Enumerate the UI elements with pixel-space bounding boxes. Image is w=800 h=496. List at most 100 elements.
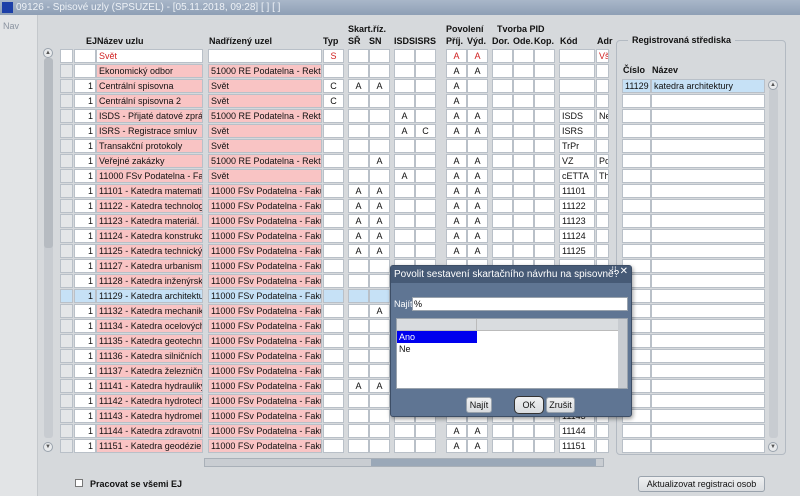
cell-sr[interactable]: [348, 394, 369, 408]
cell-sn[interactable]: A: [369, 304, 390, 318]
cell-sr[interactable]: [348, 319, 369, 333]
row-selector[interactable]: [60, 169, 73, 183]
cell-kop[interactable]: [534, 169, 555, 183]
cell-isds[interactable]: [394, 49, 415, 63]
cell-dor[interactable]: [492, 94, 513, 108]
registered-cislo[interactable]: [622, 214, 651, 228]
cell-vyd[interactable]: A: [467, 49, 488, 63]
registered-cislo[interactable]: [622, 439, 651, 453]
registered-nazev[interactable]: [651, 439, 765, 453]
cell-sn[interactable]: A: [369, 79, 390, 93]
cell-kod[interactable]: VZ: [559, 154, 595, 168]
close-icon[interactable]: ⁞⁞ ✕: [611, 266, 628, 277]
row-selector[interactable]: [60, 349, 73, 363]
cell-sn[interactable]: [369, 274, 390, 288]
registered-nazev[interactable]: [651, 139, 765, 153]
cell-kop[interactable]: [534, 49, 555, 63]
cell-prij[interactable]: A: [446, 214, 467, 228]
cell-name[interactable]: 11135 - Katedra geotechniky: [96, 334, 203, 348]
cell-typ[interactable]: [323, 214, 344, 228]
cell-parent[interactable]: 11000 FSv Podatelna - Fakulta: [208, 379, 322, 393]
cell-vyd[interactable]: [467, 139, 488, 153]
cell-adr[interactable]: [596, 439, 609, 453]
registered-cislo[interactable]: [622, 424, 651, 438]
cell-name[interactable]: 11122 - Katedra technologie: [96, 199, 203, 213]
cell-ej[interactable]: 1: [74, 259, 96, 273]
cell-kop[interactable]: [534, 214, 555, 228]
cell-vyd[interactable]: A: [467, 184, 488, 198]
cell-name[interactable]: 11134 - Katedra ocelových: [96, 319, 203, 333]
cell-sr[interactable]: [348, 409, 369, 423]
cell-isds[interactable]: [394, 154, 415, 168]
cell-adr[interactable]: [596, 199, 609, 213]
cell-typ[interactable]: [323, 439, 344, 453]
cell-vyd[interactable]: A: [467, 154, 488, 168]
cell-sn[interactable]: [369, 349, 390, 363]
row-selector[interactable]: [60, 409, 73, 423]
cell-isds[interactable]: A: [394, 109, 415, 123]
cell-parent[interactable]: 51000 RE Podatelna - Rektorát: [208, 109, 322, 123]
cell-isrs[interactable]: [415, 424, 436, 438]
row-selector[interactable]: [60, 259, 73, 273]
cell-typ[interactable]: [323, 349, 344, 363]
cell-ode[interactable]: [513, 184, 534, 198]
cell-sr[interactable]: A: [348, 79, 369, 93]
cell-ej[interactable]: 1: [74, 409, 96, 423]
cell-name[interactable]: ISRS - Registrace smluv: [96, 124, 203, 138]
cell-name[interactable]: 11141 - Katedra hydrauliky: [96, 379, 203, 393]
cell-isrs[interactable]: [415, 229, 436, 243]
cell-parent[interactable]: [208, 49, 322, 63]
registered-nazev[interactable]: [651, 379, 765, 393]
cell-vyd[interactable]: A: [467, 424, 488, 438]
registered-nazev[interactable]: [651, 109, 765, 123]
cell-vyd[interactable]: A: [467, 109, 488, 123]
cell-adr[interactable]: Th: [596, 169, 609, 183]
cell-isrs[interactable]: [415, 154, 436, 168]
cell-parent[interactable]: 11000 FSv Podatelna - Fakulta: [208, 274, 322, 288]
cell-ode[interactable]: [513, 424, 534, 438]
cell-sn[interactable]: [369, 139, 390, 153]
cell-dor[interactable]: [492, 214, 513, 228]
cell-kod[interactable]: cETTA: [559, 169, 595, 183]
cell-isrs[interactable]: [415, 109, 436, 123]
registered-cislo[interactable]: [622, 184, 651, 198]
registered-cislo[interactable]: [622, 109, 651, 123]
cell-kop[interactable]: [534, 244, 555, 258]
registered-cislo[interactable]: [622, 169, 651, 183]
all-ej-checkbox[interactable]: [75, 479, 83, 487]
cell-typ[interactable]: [323, 229, 344, 243]
cell-typ[interactable]: [323, 394, 344, 408]
cell-sr[interactable]: [348, 94, 369, 108]
cell-ode[interactable]: [513, 139, 534, 153]
registered-nazev[interactable]: [651, 274, 765, 288]
row-selector[interactable]: [60, 49, 73, 63]
cell-prij[interactable]: A: [446, 229, 467, 243]
cell-kod[interactable]: 11122: [559, 199, 595, 213]
registered-nazev[interactable]: [651, 319, 765, 333]
cell-sr[interactable]: [348, 169, 369, 183]
registered-nazev[interactable]: [651, 124, 765, 138]
cell-parent[interactable]: 11000 FSv Podatelna - Fakulta: [208, 319, 322, 333]
cell-dor[interactable]: [492, 64, 513, 78]
cell-ej[interactable]: 1: [74, 304, 96, 318]
cell-adr[interactable]: [596, 124, 609, 138]
cell-sr[interactable]: [348, 49, 369, 63]
cell-vyd[interactable]: A: [467, 199, 488, 213]
registered-nazev[interactable]: [651, 304, 765, 318]
cell-isrs[interactable]: [415, 244, 436, 258]
cell-vyd[interactable]: A: [467, 229, 488, 243]
cell-kod[interactable]: [559, 64, 595, 78]
cell-ej[interactable]: 1: [74, 169, 96, 183]
cell-ode[interactable]: [513, 214, 534, 228]
cell-typ[interactable]: [323, 139, 344, 153]
cell-isds[interactable]: [394, 424, 415, 438]
vertical-scrollbar[interactable]: [44, 58, 53, 438]
cell-isrs[interactable]: [415, 94, 436, 108]
cell-name[interactable]: Veřejné zakázky: [96, 154, 203, 168]
cell-sn[interactable]: [369, 334, 390, 348]
registered-cislo[interactable]: [622, 229, 651, 243]
cell-ode[interactable]: [513, 124, 534, 138]
cell-name[interactable]: 11142 - Katedra hydrotechniky: [96, 394, 203, 408]
cell-sr[interactable]: A: [348, 214, 369, 228]
cell-name[interactable]: 11123 - Katedra materiál. inženýrství: [96, 214, 203, 228]
